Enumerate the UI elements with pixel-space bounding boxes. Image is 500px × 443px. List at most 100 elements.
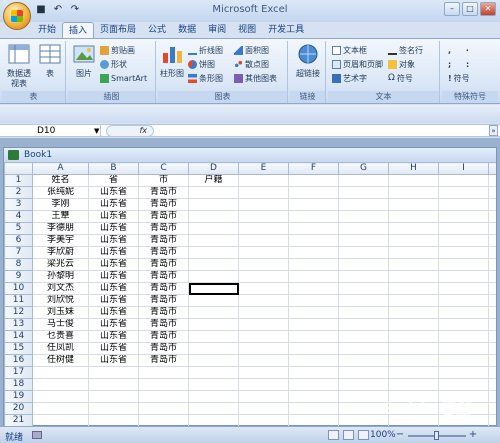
row-header[interactable]: 13 <box>4 318 33 331</box>
cell[interactable] <box>88 390 139 403</box>
cell[interactable] <box>188 258 239 271</box>
row-header[interactable]: 10 <box>4 282 33 295</box>
cell[interactable] <box>32 378 89 391</box>
cell[interactable] <box>288 174 339 187</box>
wordart-button[interactable]: 艺术字 <box>332 72 367 84</box>
signature-line-button[interactable]: 签名行 <box>388 44 423 56</box>
cell[interactable] <box>288 354 339 367</box>
cell[interactable] <box>488 318 496 331</box>
column-header[interactable]: A <box>32 162 89 175</box>
cell[interactable] <box>488 222 496 235</box>
hyperlink-button[interactable]: 超链接 <box>293 43 323 79</box>
cell[interactable]: 山东省 <box>88 210 139 223</box>
cell[interactable] <box>438 186 489 199</box>
cell[interactable] <box>88 414 139 427</box>
smartart-button[interactable]: SmartArt <box>100 72 147 84</box>
cell[interactable]: 王犨 <box>32 210 89 223</box>
cell[interactable] <box>338 306 389 319</box>
bar-chart-button[interactable]: 条形图 <box>188 72 223 84</box>
cell[interactable]: 李欣蔚 <box>32 246 89 259</box>
cell[interactable] <box>438 198 489 211</box>
row-header[interactable]: 1 <box>4 174 33 187</box>
cell[interactable] <box>438 282 489 295</box>
cell[interactable] <box>488 270 496 283</box>
cell[interactable] <box>88 366 139 379</box>
cell[interactable] <box>188 318 239 331</box>
row-header[interactable]: 17 <box>4 366 33 379</box>
cell[interactable] <box>238 270 289 283</box>
tab-1[interactable]: 插入 <box>62 22 95 38</box>
cell[interactable]: 省 <box>88 174 139 187</box>
row-header[interactable]: 5 <box>4 222 33 235</box>
cell[interactable] <box>188 270 239 283</box>
cell[interactable] <box>188 330 239 343</box>
cell[interactable] <box>388 270 439 283</box>
cell[interactable] <box>388 294 439 307</box>
cell[interactable]: 李美宇 <box>32 234 89 247</box>
row-header[interactable]: 9 <box>4 270 33 283</box>
row-header[interactable]: 16 <box>4 354 33 367</box>
cell[interactable] <box>488 258 496 271</box>
tab-0[interactable]: 开始 <box>32 22 62 38</box>
cell[interactable] <box>88 402 139 415</box>
cell[interactable] <box>238 186 289 199</box>
pivot-table-button[interactable]: 数据透视表 <box>4 43 34 89</box>
tab-6[interactable]: 视图 <box>232 22 262 38</box>
cell[interactable] <box>138 390 189 403</box>
cell[interactable] <box>188 390 239 403</box>
cell[interactable] <box>438 246 489 259</box>
cell[interactable] <box>188 198 239 211</box>
chevron-down-icon[interactable]: ▼ <box>94 125 99 137</box>
tab-2[interactable]: 页面布局 <box>94 22 142 38</box>
cell[interactable] <box>238 294 289 307</box>
cell[interactable] <box>288 414 339 427</box>
cell[interactable] <box>32 402 89 415</box>
cell[interactable]: 青岛市 <box>138 306 189 319</box>
cell[interactable] <box>438 354 489 367</box>
cell[interactable] <box>488 378 496 391</box>
cell[interactable]: 户籍 <box>188 174 239 187</box>
cell[interactable] <box>288 222 339 235</box>
cell[interactable]: 刘玉妹 <box>32 306 89 319</box>
cell[interactable] <box>32 390 89 403</box>
cell[interactable] <box>488 174 496 187</box>
cell[interactable] <box>188 294 239 307</box>
cell[interactable]: 山东省 <box>88 198 139 211</box>
cell[interactable]: 青岛市 <box>138 222 189 235</box>
clipart-button[interactable]: 剪贴画 <box>100 44 135 56</box>
cell[interactable]: 任树健 <box>32 354 89 367</box>
cell[interactable] <box>438 330 489 343</box>
cell[interactable] <box>488 198 496 211</box>
cell[interactable] <box>488 282 496 295</box>
row-header[interactable]: 7 <box>4 246 33 259</box>
object-button[interactable]: 对象 <box>388 58 415 70</box>
row-header[interactable]: 6 <box>4 234 33 247</box>
cell[interactable] <box>388 378 439 391</box>
cell[interactable] <box>388 222 439 235</box>
cell[interactable] <box>488 186 496 199</box>
cell[interactable]: 山东省 <box>88 258 139 271</box>
cell[interactable] <box>238 342 289 355</box>
cell[interactable] <box>388 198 439 211</box>
cell[interactable]: 山东省 <box>88 234 139 247</box>
column-header[interactable]: D <box>188 162 239 175</box>
cell[interactable] <box>238 210 289 223</box>
cell[interactable] <box>238 414 289 427</box>
cell[interactable] <box>288 402 339 415</box>
cell[interactable]: 青岛市 <box>138 198 189 211</box>
cell[interactable] <box>388 246 439 259</box>
cell[interactable] <box>238 222 289 235</box>
cell[interactable]: 青岛市 <box>138 330 189 343</box>
cell[interactable]: 山东省 <box>88 342 139 355</box>
tab-7[interactable]: 开发工具 <box>262 22 310 38</box>
cell[interactable] <box>288 378 339 391</box>
cell[interactable] <box>188 210 239 223</box>
cell[interactable] <box>338 198 389 211</box>
cell[interactable] <box>288 282 339 295</box>
cell[interactable] <box>488 330 496 343</box>
cell[interactable] <box>338 174 389 187</box>
cell[interactable] <box>338 258 389 271</box>
cell[interactable] <box>138 366 189 379</box>
cell[interactable]: 山东省 <box>88 282 139 295</box>
cell[interactable] <box>188 186 239 199</box>
